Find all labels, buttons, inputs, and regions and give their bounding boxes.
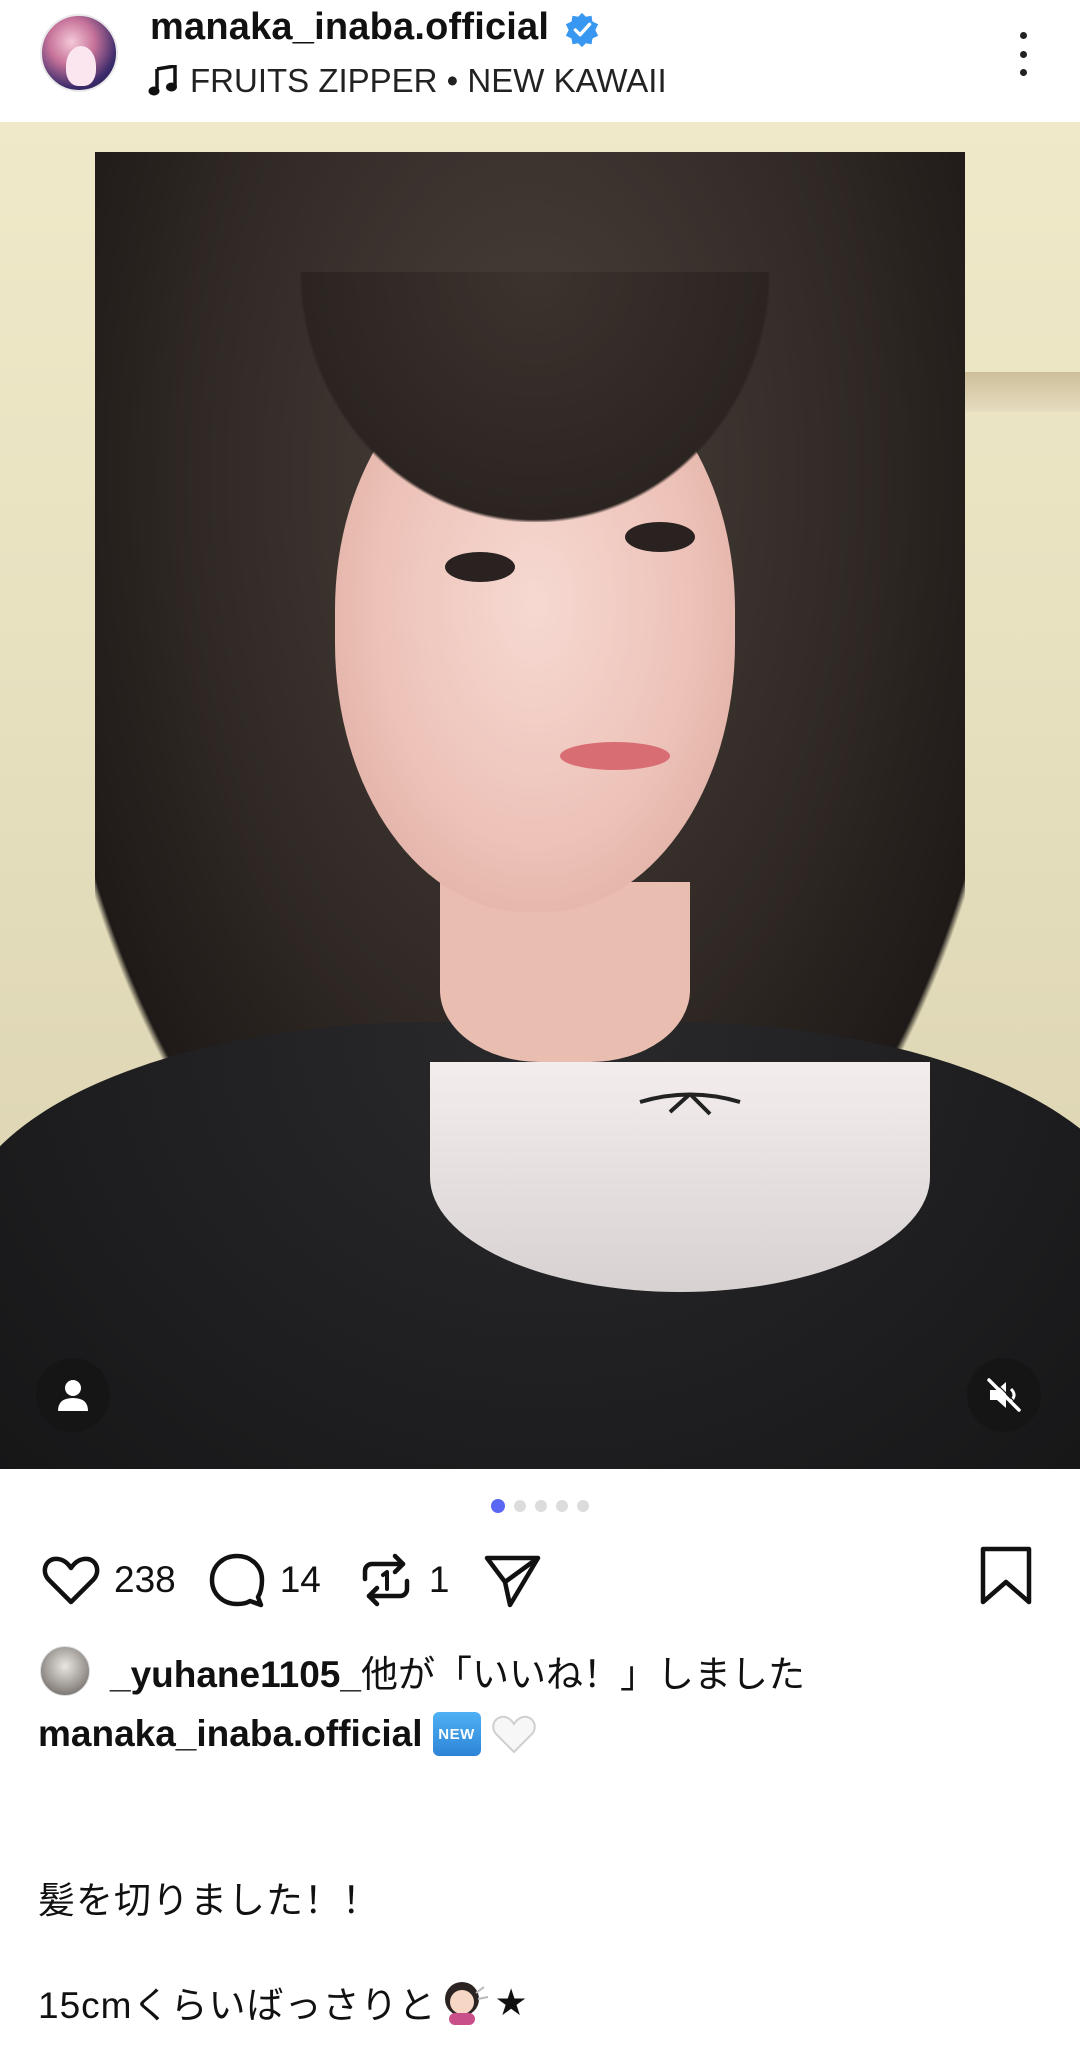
comment-icon — [209, 1553, 264, 1608]
repost-icon — [362, 1553, 410, 1607]
share-icon — [485, 1555, 541, 1608]
like-button[interactable]: 238 — [40, 1549, 176, 1611]
caption-header: manaka_inaba.official NEW — [38, 1712, 537, 1756]
author-username[interactable]: manaka_inaba.official — [150, 6, 549, 49]
author-avatar[interactable] — [40, 14, 118, 92]
carousel-dot — [577, 1500, 589, 1512]
carousel-dot-active — [491, 1499, 505, 1513]
mute-button[interactable] — [967, 1358, 1041, 1432]
profile-tag-icon — [58, 1380, 88, 1411]
photo-eye-right — [625, 522, 695, 552]
photo-eye-left — [445, 552, 515, 582]
liker-avatar[interactable] — [40, 1646, 90, 1696]
tagged-people-button[interactable] — [36, 1358, 110, 1432]
caption-line-2: 15cmくらいばっさりと ★ — [38, 1975, 529, 2029]
verified-badge-icon — [565, 12, 599, 48]
action-bar: 238 14 1 — [40, 1545, 543, 1615]
white-heart-emoji-icon — [491, 1715, 536, 1754]
comment-button[interactable]: 14 — [206, 1549, 321, 1611]
carousel-indicator — [0, 1499, 1080, 1516]
post-header: manaka_inaba.official FRUITS ZIPPER • NE… — [0, 0, 1080, 122]
music-label[interactable]: FRUITS ZIPPER • NEW KAWAII — [148, 62, 667, 100]
post-media[interactable] — [0, 122, 1080, 1469]
liker-name[interactable]: _yuhane1105_ — [110, 1654, 361, 1695]
mute-icon — [987, 1377, 1022, 1412]
share-button[interactable] — [481, 1549, 543, 1611]
music-note-icon — [148, 65, 177, 96]
new-emoji-icon: NEW — [432, 1712, 481, 1756]
caption-line-1: 髪を切りました！！ — [38, 1880, 380, 1921]
music-text: FRUITS ZIPPER • NEW KAWAII — [190, 62, 667, 99]
photo-lips — [560, 742, 670, 770]
repost-count: 1 — [428, 1559, 450, 1600]
carousel-dot — [556, 1500, 568, 1512]
caption-star: ★ — [494, 1981, 529, 2023]
caption-author[interactable]: manaka_inaba.official — [38, 1713, 423, 1755]
woman-emoji-icon — [445, 1982, 489, 2025]
photo-bangs — [300, 272, 770, 522]
like-count: 238 — [114, 1559, 176, 1600]
caption-line-2-text: 15cmくらいばっさりと — [38, 1985, 437, 2026]
more-options-icon[interactable] — [1005, 28, 1041, 80]
bookmark-icon[interactable] — [978, 1545, 1034, 1607]
liked-by-suffix: 他が「いいね！」しました — [360, 1654, 805, 1695]
liked-by-line[interactable]: _yuhane1105_他が「いいね！」しました — [40, 1644, 805, 1698]
carousel-dot — [535, 1500, 547, 1512]
repost-button[interactable]: 1 — [355, 1549, 450, 1611]
photo-ribbon — [639, 1092, 741, 1116]
comment-count: 14 — [279, 1559, 321, 1600]
heart-icon — [42, 1556, 100, 1605]
carousel-dot — [514, 1500, 526, 1512]
